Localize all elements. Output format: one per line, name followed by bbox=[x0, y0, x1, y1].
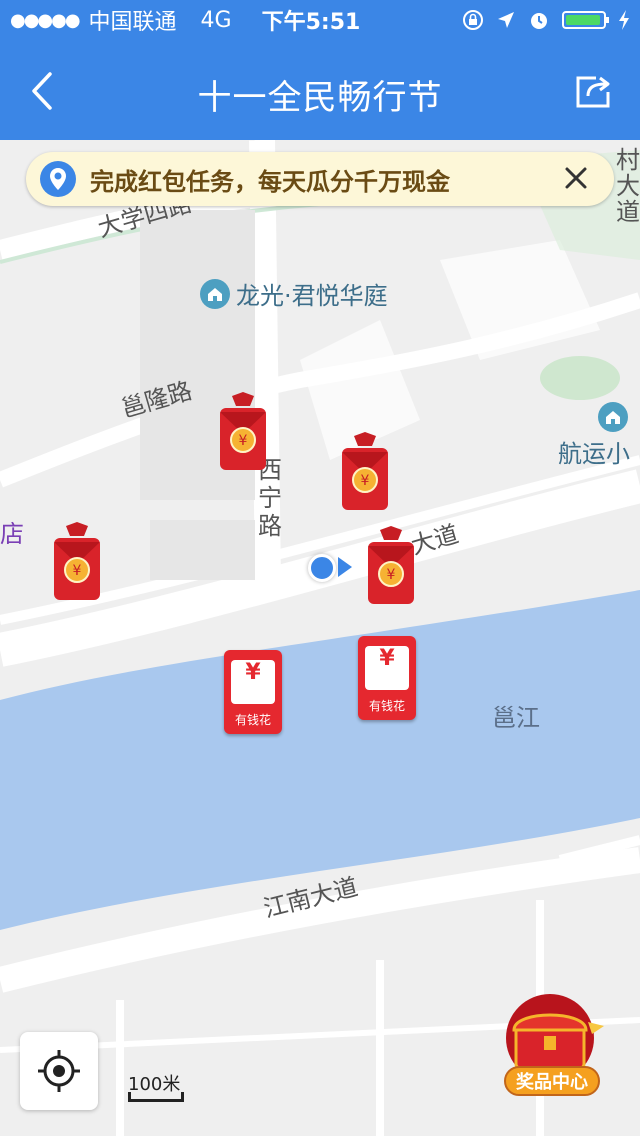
network-type: 4G bbox=[200, 7, 232, 33]
water-label: 邕江 bbox=[492, 704, 540, 732]
yen-icon: ¥ bbox=[245, 660, 261, 685]
yen-icon: ¥ bbox=[379, 646, 395, 671]
carrier-name: 中国联通 bbox=[88, 10, 177, 35]
red-envelope-marker[interactable]: ¥ bbox=[364, 526, 418, 610]
share-icon[interactable] bbox=[572, 70, 614, 112]
card-name: 有钱花 bbox=[368, 699, 405, 713]
red-envelope-marker[interactable]: ¥ bbox=[50, 522, 104, 606]
map-view[interactable]: 大学四路 邕隆路 西宁路 大道 江南大道 邕江 村 大 道 店 龙光·君悦华庭 … bbox=[0, 140, 640, 1136]
poi-label: 龙光·君悦华庭 bbox=[236, 282, 388, 310]
charging-icon bbox=[619, 10, 629, 30]
page-title: 十一全民畅行节 bbox=[197, 78, 443, 118]
promo-banner[interactable]: 完成红包任务，每天瓜分千万现金 bbox=[26, 152, 614, 206]
svg-text:¥: ¥ bbox=[361, 473, 370, 489]
status-icons bbox=[462, 0, 630, 40]
close-icon[interactable] bbox=[562, 164, 590, 192]
edge-label: 店 bbox=[0, 520, 24, 548]
signal-strength: ●●●●● bbox=[10, 9, 81, 31]
prize-center-button[interactable]: 奖品中心 bbox=[488, 992, 612, 1102]
status-bar: ●●●●● 中国联通 4G 下午5:51 bbox=[0, 0, 640, 40]
current-location-dot bbox=[308, 554, 336, 582]
residence-icon bbox=[598, 402, 628, 432]
rotation-lock-icon bbox=[463, 10, 483, 30]
prize-center-label: 奖品中心 bbox=[504, 1066, 600, 1096]
locate-me-button[interactable] bbox=[20, 1032, 98, 1110]
crosshair-icon bbox=[38, 1050, 80, 1092]
alarm-icon bbox=[531, 13, 547, 29]
location-pin-icon bbox=[40, 161, 76, 197]
battery-icon bbox=[562, 11, 609, 29]
youqianhua-marker[interactable]: ¥ 有钱花 bbox=[358, 636, 416, 720]
poi-longguang[interactable]: 龙光·君悦华庭 bbox=[200, 276, 388, 311]
red-envelope-marker[interactable]: ¥ bbox=[216, 392, 270, 476]
svg-text:¥: ¥ bbox=[239, 433, 248, 449]
clock: 下午5:51 bbox=[261, 10, 361, 35]
navigation-bar: 十一全民畅行节 bbox=[0, 40, 640, 140]
residence-icon bbox=[200, 278, 230, 309]
svg-text:¥: ¥ bbox=[387, 567, 396, 583]
card-name: 有钱花 bbox=[234, 713, 271, 727]
svg-text:¥: ¥ bbox=[73, 563, 82, 579]
poi-label: 航运小 bbox=[558, 440, 630, 468]
map-scale-bar bbox=[128, 1092, 184, 1102]
banner-text: 完成红包任务，每天瓜分千万现金 bbox=[90, 167, 450, 196]
red-envelope-marker[interactable]: ¥ bbox=[338, 432, 392, 516]
poi-hangyun[interactable]: 航运小 bbox=[558, 402, 630, 469]
edge-label: 道 bbox=[616, 198, 640, 226]
location-arrow-icon bbox=[498, 12, 514, 28]
youqianhua-marker[interactable]: ¥ 有钱花 bbox=[224, 650, 282, 734]
heading-arrow-icon bbox=[338, 557, 352, 577]
